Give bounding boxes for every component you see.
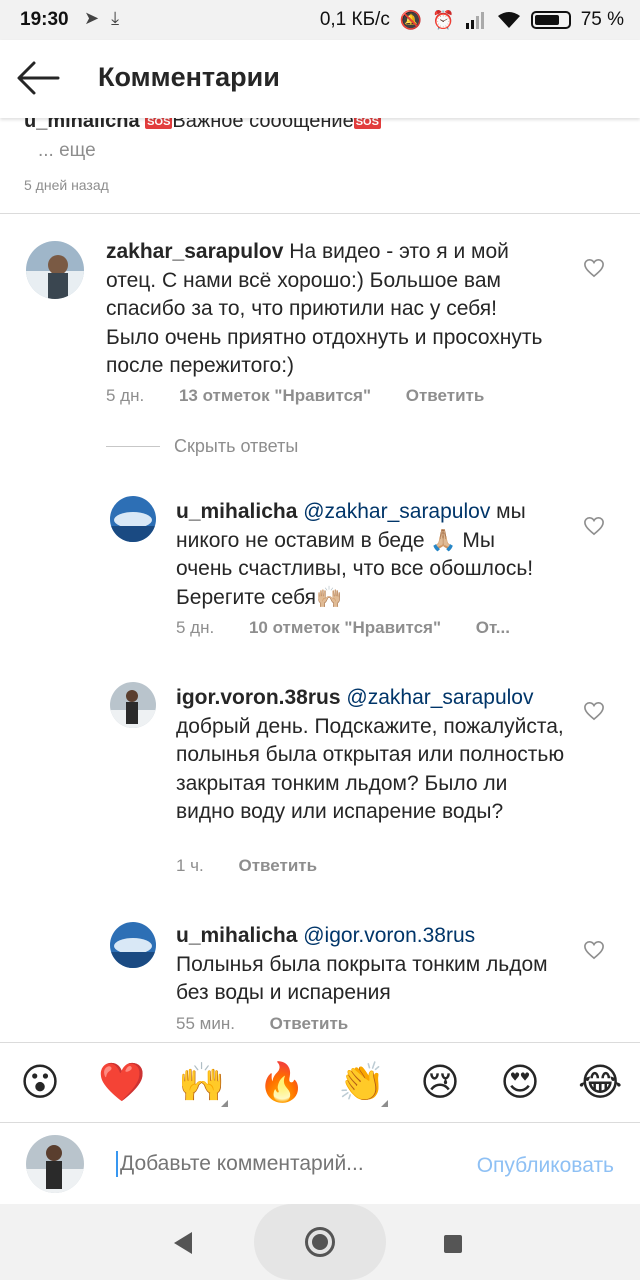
emoji-crying[interactable]: 😢: [418, 1061, 462, 1105]
skin-tone-indicator: [221, 1100, 228, 1107]
avatar[interactable]: [110, 682, 156, 728]
nav-home-icon[interactable]: [305, 1227, 335, 1257]
comment-meta: 5 дн. 13 отметок "Нравится" Ответить: [106, 386, 514, 406]
caption-more-link[interactable]: ... еще: [38, 140, 96, 162]
sos-emoji: SOS: [353, 118, 381, 129]
network-speed: 0,1 КБ/с: [319, 9, 390, 30]
sos-emoji: SOS: [145, 118, 173, 129]
divider: [0, 213, 640, 214]
reply-text: igor.voron.38rus @zakhar_sarapulov добры…: [176, 686, 565, 823]
skin-tone-indicator: [381, 1100, 388, 1107]
top-bar: Комментарии: [0, 40, 640, 118]
mention-link[interactable]: @zakhar_sarapulov: [303, 500, 490, 523]
comment-input[interactable]: [116, 1151, 436, 1177]
emoji-surprised[interactable]: 😮: [18, 1061, 62, 1105]
comment-time: 5 дн.: [106, 386, 145, 405]
like-heart-icon[interactable]: [583, 516, 605, 536]
reply-meta: 1 ч. Ответить: [176, 856, 318, 875]
publish-button[interactable]: Опубликовать: [477, 1154, 614, 1178]
nav-back-icon[interactable]: [174, 1232, 192, 1254]
comment-username[interactable]: zakhar_sarapulov: [106, 240, 283, 263]
caption-username[interactable]: u_mihalicha: [24, 118, 140, 132]
battery-percent: 75 %: [580, 9, 624, 30]
emoji-clapping[interactable]: 👏: [338, 1061, 388, 1107]
like-heart-icon[interactable]: [583, 701, 605, 721]
emoji-heart[interactable]: ❤️: [98, 1061, 145, 1105]
mention-link[interactable]: @zakhar_sarapulov: [346, 686, 533, 709]
status-time: 19:30: [20, 9, 69, 30]
like-heart-icon[interactable]: [583, 940, 605, 960]
nav-recents-icon[interactable]: [444, 1235, 462, 1253]
emoji-raised-hands[interactable]: 🙌: [178, 1061, 228, 1107]
hide-replies-button[interactable]: Скрыть ответы: [106, 436, 298, 457]
reply-meta: 5 дн. 10 отметок "Нравится" От...: [176, 618, 510, 637]
emoji-quick-bar: 😮 ❤️ 🙌 🔥 👏 😢 😍 😂: [0, 1042, 640, 1122]
mute-icon: 🔕: [399, 9, 423, 30]
comments-list[interactable]: u_mihalicha SOS Важное сообщение SOS ... е…: [0, 118, 640, 1042]
reply-username[interactable]: u_mihalicha: [176, 500, 297, 523]
emoji-fire[interactable]: 🔥: [258, 1061, 305, 1105]
download-icon: ⤓: [111, 8, 120, 28]
wifi-icon: [497, 12, 520, 28]
caption-text: Важное сообщение: [172, 118, 354, 132]
signal-icon: [465, 12, 484, 29]
emoji-heart-eyes[interactable]: 😍: [498, 1061, 542, 1105]
arrow-left-icon: [17, 61, 60, 95]
reply-button[interactable]: От...: [476, 618, 510, 637]
page-title: Комментарии: [98, 62, 280, 92]
telegram-icon: ➤: [84, 8, 100, 28]
caption-timestamp: 5 дней назад: [24, 177, 109, 193]
post-caption: u_mihalicha SOS Важное сообщение SOS: [24, 118, 381, 133]
reply-username[interactable]: igor.voron.38rus: [176, 686, 341, 709]
mention-link[interactable]: @igor.voron.38rus: [303, 924, 475, 947]
reply-button[interactable]: Ответить: [270, 1014, 349, 1033]
reply-text: u_mihalicha @igor.voron.38rus Полынья бы…: [176, 924, 548, 1004]
like-heart-icon[interactable]: [583, 258, 605, 278]
likes-count[interactable]: 10 отметок "Нравится": [249, 618, 441, 637]
status-bar: 19:30 ➤ ⤓ 0,1 КБ/с 🔕 ⏰ 75 %: [0, 0, 640, 40]
comment-text: zakhar_sarapulov На видео - это я и мой …: [106, 240, 543, 377]
avatar[interactable]: [110, 496, 156, 542]
reply-meta: 55 мин. Ответить: [176, 1014, 349, 1033]
reply-button[interactable]: Ответить: [239, 856, 318, 875]
comment-composer: Опубликовать: [0, 1122, 640, 1204]
reply-text: u_mihalicha @zakhar_sarapulov мы никого …: [176, 500, 534, 609]
emoji-laughing[interactable]: 😂: [578, 1061, 622, 1105]
likes-count[interactable]: 13 отметок "Нравится": [179, 386, 371, 405]
alarm-icon: ⏰: [432, 9, 455, 30]
avatar[interactable]: [110, 922, 156, 968]
my-avatar: [26, 1135, 84, 1193]
back-button[interactable]: [16, 58, 64, 98]
avatar[interactable]: [26, 241, 84, 299]
reply-button[interactable]: Ответить: [406, 386, 485, 405]
reply-username[interactable]: u_mihalicha: [176, 924, 297, 947]
battery-icon: [530, 11, 571, 29]
system-nav-bar: [0, 1204, 640, 1280]
